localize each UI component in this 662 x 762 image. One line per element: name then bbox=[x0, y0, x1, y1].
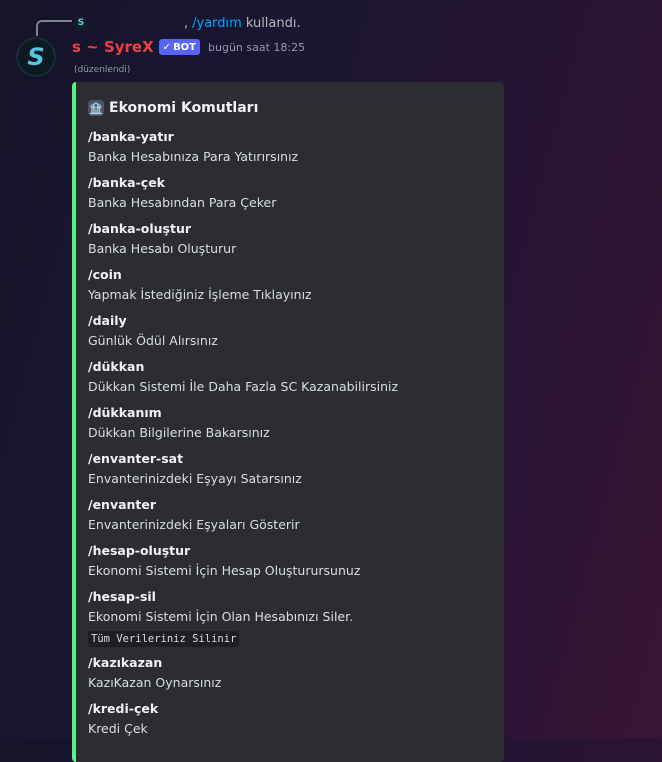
embed-title-text: Ekonomi Komutları bbox=[109, 100, 259, 116]
reply-command[interactable]: /yardım bbox=[192, 16, 242, 31]
field-name: /banka-oluştur bbox=[88, 221, 192, 236]
embed-card: 🏦 Ekonomi Komutları /banka-yatır Banka H… bbox=[72, 82, 504, 762]
embed-field: /hesap-oluştur Ekonomi Sistemi İçin Hesa… bbox=[88, 541, 492, 581]
embed-field: /envanter-sat Envanterinizdeki Eşyayı Sa… bbox=[88, 449, 492, 489]
embed-field: /banka-oluştur Banka Hesabı Oluşturur bbox=[88, 219, 492, 259]
bank-icon: 🏦 bbox=[88, 100, 104, 116]
field-name: /hesap-oluştur bbox=[88, 543, 191, 558]
reply-comma: , bbox=[184, 15, 189, 31]
reply-reference[interactable]: S , /yardım kullandı. bbox=[74, 14, 301, 32]
embed-field: /banka-çek Banka Hesabından Para Çeker bbox=[88, 173, 492, 213]
message-timestamp[interactable]: bugün saat 18:25 bbox=[208, 41, 305, 54]
field-value: Envanterinizdeki Eşyaları Gösterir bbox=[88, 517, 300, 532]
field-name: /envanter-sat bbox=[88, 451, 184, 466]
author-username[interactable]: s ~ SyreX bbox=[72, 38, 154, 56]
field-name: /kredi-çek bbox=[88, 701, 159, 716]
field-name: /kazıkazan bbox=[88, 655, 163, 670]
author-avatar[interactable]: S bbox=[16, 37, 56, 77]
field-value: Banka Hesabı Oluşturur bbox=[88, 241, 237, 256]
field-name: /banka-çek bbox=[88, 175, 165, 190]
field-value: Ekonomi Sistemi İçin Hesap Oluşturursunu… bbox=[88, 563, 361, 578]
field-value: Ekonomi Sistemi İçin Olan Hesabınızı Sil… bbox=[88, 609, 354, 624]
message-header: s ~ SyreX ✓ BOT bugün saat 18:25 bbox=[72, 36, 305, 58]
field-name: /coin bbox=[88, 267, 122, 282]
embed-field: /coin Yapmak İstediğiniz İşleme Tıklayın… bbox=[88, 265, 492, 305]
embed-field: /banka-yatır Banka Hesabınıza Para Yatır… bbox=[88, 127, 492, 167]
embed-field: /dükkan Dükkan Sistemi İle Daha Fazla SC… bbox=[88, 357, 492, 397]
reply-connector-line bbox=[36, 20, 72, 36]
field-value: Yapmak İstediğiniz İşleme Tıklayınız bbox=[88, 287, 312, 302]
field-name: /banka-yatır bbox=[88, 129, 174, 144]
inline-code: Tüm Verileriniz Silinir bbox=[88, 631, 240, 647]
field-name: /dükkanım bbox=[88, 405, 162, 420]
field-name: /envanter bbox=[88, 497, 157, 512]
field-value: Envanterinizdeki Eşyayı Satarsınız bbox=[88, 471, 302, 486]
field-value: Dükkan Sistemi İle Daha Fazla SC Kazanab… bbox=[88, 379, 399, 394]
embed-field: /hesap-sil Ekonomi Sistemi İçin Olan Hes… bbox=[88, 587, 492, 647]
field-value: Kredi Çek bbox=[88, 721, 148, 736]
embed-field: /envanter Envanterinizdeki Eşyaları Göst… bbox=[88, 495, 492, 535]
bot-badge-label: BOT bbox=[173, 41, 197, 53]
embed-field: /dükkanım Dükkan Bilgilerine Bakarsınız bbox=[88, 403, 492, 443]
field-name: /dükkan bbox=[88, 359, 145, 374]
embed-title: 🏦 Ekonomi Komutları bbox=[88, 98, 492, 118]
reply-used-text: kullandı. bbox=[245, 15, 301, 31]
field-value: Günlük Ödül Alırsınız bbox=[88, 333, 218, 348]
reply-avatar[interactable]: S bbox=[74, 16, 88, 30]
embed-field: /kazıkazan KazıKazan Oynarsınız bbox=[88, 653, 492, 693]
field-name: /hesap-sil bbox=[88, 589, 156, 604]
bot-badge: ✓ BOT bbox=[158, 39, 201, 55]
embed-field: /daily Günlük Ödül Alırsınız bbox=[88, 311, 492, 351]
field-value: Banka Hesabınıza Para Yatırırsınız bbox=[88, 149, 299, 164]
field-value: Banka Hesabından Para Çeker bbox=[88, 195, 277, 210]
embed-field: /kredi-çek Kredi Çek bbox=[88, 699, 492, 739]
verified-check-icon: ✓ bbox=[162, 41, 172, 53]
field-value: KazıKazan Oynarsınız bbox=[88, 675, 222, 690]
field-name: /daily bbox=[88, 313, 127, 328]
edited-marker: (düzenlendi) bbox=[74, 65, 131, 75]
field-value: Dükkan Bilgilerine Bakarsınız bbox=[88, 425, 270, 440]
